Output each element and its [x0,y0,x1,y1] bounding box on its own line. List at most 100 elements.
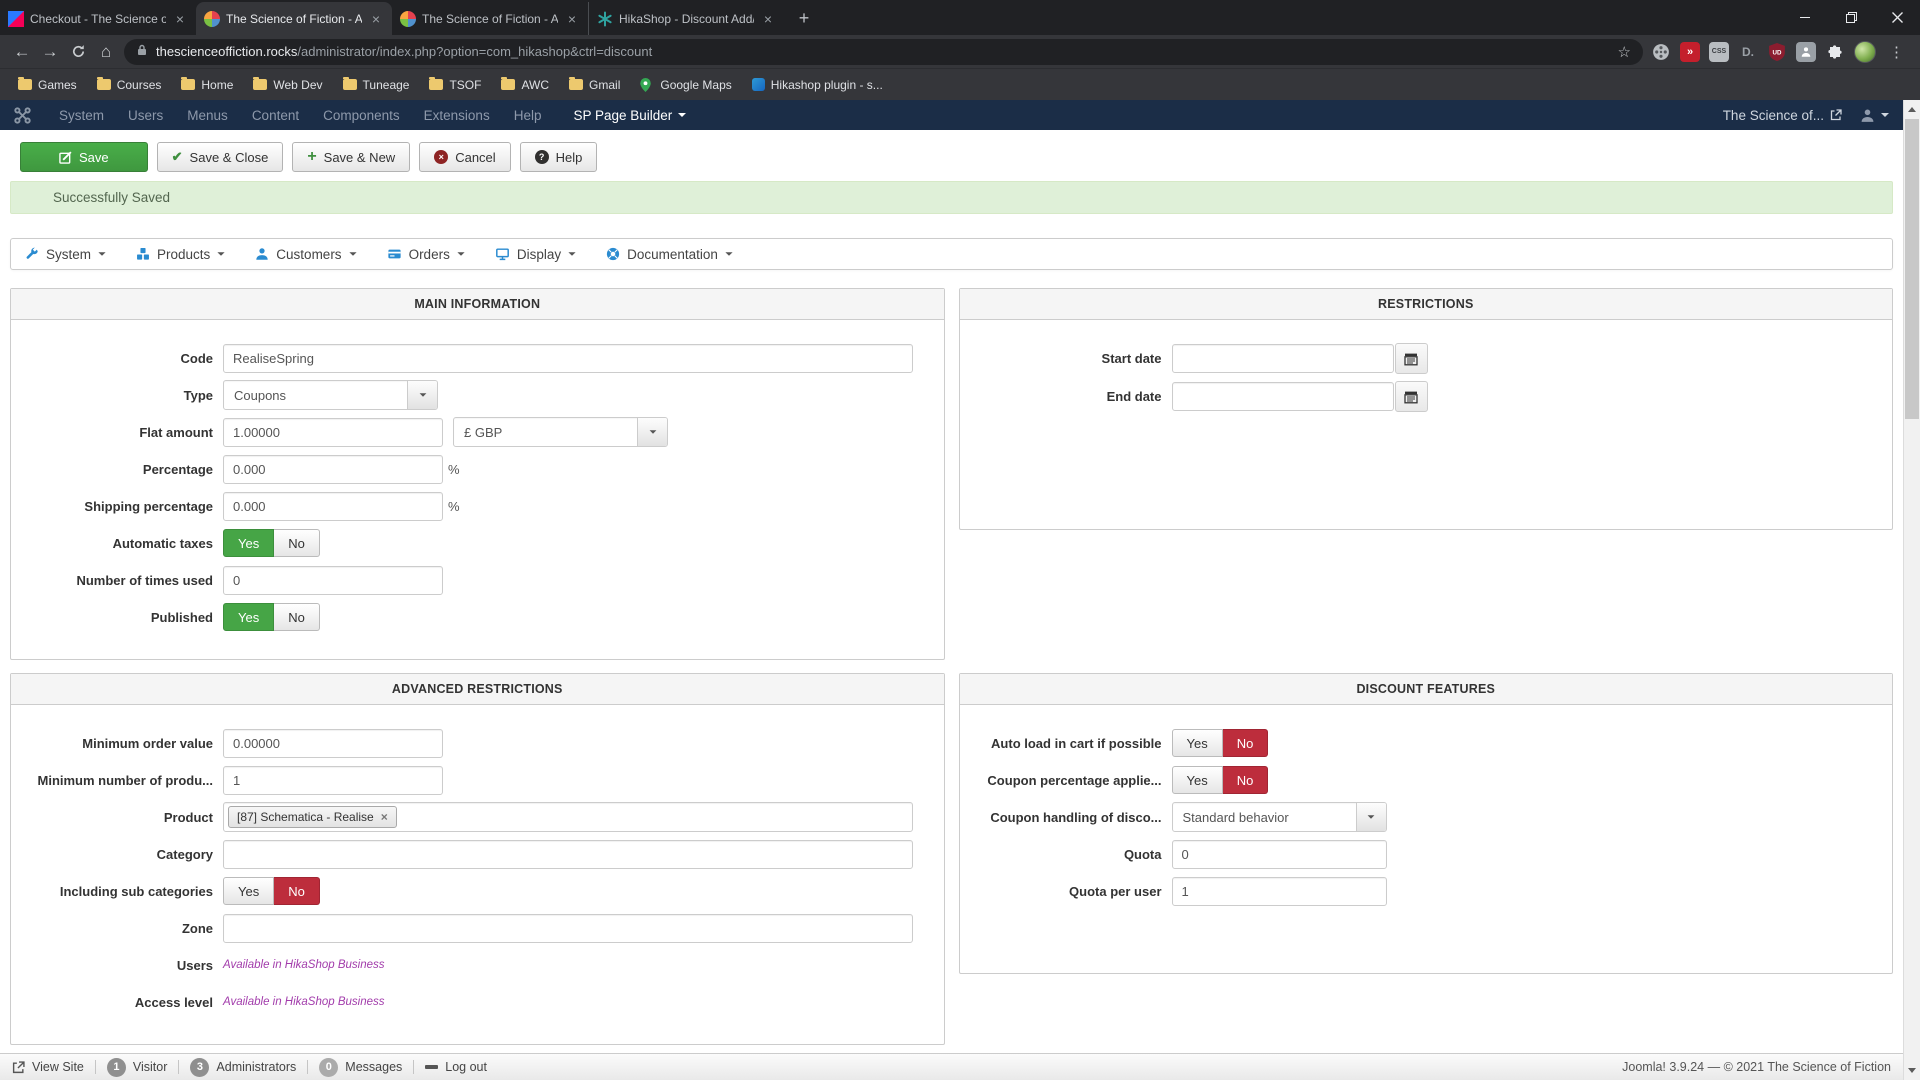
browser-tab-admin-2[interactable]: The Science of Fiction - Administ × [392,2,588,35]
bookmark-tsof[interactable]: TSOF [421,75,489,95]
min-order-value-input[interactable] [223,729,443,758]
new-tab-button[interactable]: + [790,4,818,32]
back-icon[interactable]: ← [8,38,36,66]
bookmark-web-dev[interactable]: Web Dev [245,75,330,95]
tab-close-icon[interactable]: × [172,11,188,27]
bookmark-google-maps[interactable]: Google Maps [632,75,739,95]
end-date-calendar-button[interactable] [1395,381,1428,412]
profile-avatar[interactable] [1854,41,1876,63]
min-products-input[interactable] [223,766,443,795]
scroll-up-icon[interactable] [1904,101,1920,118]
scrollbar-thumb[interactable] [1905,119,1919,419]
messages-counter[interactable]: 0 Messages [319,1058,402,1077]
coupon-handling-select[interactable]: Standard behavior [1172,802,1387,832]
hikashop-menu-products[interactable]: Products [136,247,225,262]
no-button[interactable]: No [1223,729,1269,757]
nav-users[interactable]: Users [116,108,175,123]
product-chip[interactable]: [87] Schematica - Realise × [228,806,397,828]
save-new-button[interactable]: + Save & New [292,142,410,172]
bookmark-games[interactable]: Games [10,75,85,95]
logout-button[interactable]: Log out [425,1060,487,1074]
forward-icon[interactable]: → [36,38,64,66]
visitor-counter[interactable]: 1 Visitor [107,1058,168,1077]
browser-tab-hikashop[interactable]: HikaShop - Discount Add/Edit × [588,2,784,35]
shield-extension-icon[interactable]: UD [1767,42,1787,62]
d-extension-icon[interactable]: D. [1738,42,1758,62]
panel-title: RESTRICTIONS [960,289,1893,320]
bookmark-courses[interactable]: Courses [89,75,170,95]
start-date-input[interactable] [1172,344,1394,373]
browser-tab-admin-active[interactable]: The Science of Fiction - Administ × [196,2,392,35]
css-extension-icon[interactable]: CSS [1709,42,1729,62]
no-button[interactable]: No [274,603,320,631]
nav-sp-page-builder[interactable]: SP Page Builder [561,108,698,123]
yes-button[interactable]: Yes [223,603,274,631]
user-menu[interactable] [1860,108,1889,123]
page-scrollbar[interactable] [1903,100,1920,1080]
view-site-link[interactable]: The Science of... [1723,108,1842,123]
tab-close-icon[interactable]: × [760,11,776,27]
shipping-percentage-input[interactable] [223,492,443,521]
category-input[interactable] [223,840,913,869]
close-window-button[interactable] [1874,0,1920,35]
percentage-input[interactable] [223,455,443,484]
nav-components[interactable]: Components [311,108,412,123]
nav-extensions[interactable]: Extensions [412,108,502,123]
bookmark-tuneage[interactable]: Tuneage [335,75,418,95]
currency-select[interactable]: £ GBP [453,417,668,447]
nav-content[interactable]: Content [240,108,311,123]
view-site-button[interactable]: View Site [12,1060,84,1074]
end-date-input[interactable] [1172,382,1394,411]
minimize-button[interactable] [1782,0,1828,35]
fast-forward-extension-icon[interactable]: » [1680,42,1700,62]
zone-input[interactable] [223,914,913,943]
hikashop-menu-documentation[interactable]: Documentation [606,247,733,262]
no-button[interactable]: No [274,529,320,557]
bookmark-awc[interactable]: AWC [493,75,557,95]
bookmark-star-icon[interactable]: ☆ [1618,43,1631,61]
restore-button[interactable] [1828,0,1874,35]
yes-button[interactable]: Yes [1172,729,1223,757]
nav-help[interactable]: Help [502,108,554,123]
no-button[interactable]: No [274,877,320,905]
type-select[interactable]: Coupons [223,380,438,410]
quota-input[interactable] [1172,840,1387,869]
address-bar[interactable]: thescienceoffiction.rocks /administrator… [124,39,1643,65]
scroll-down-icon[interactable] [1904,1062,1920,1079]
yes-button[interactable]: Yes [1172,766,1223,794]
browser-menu-icon[interactable]: ⋮ [1885,43,1908,61]
help-button[interactable]: ? Help [520,142,598,172]
no-button[interactable]: No [1223,766,1269,794]
bookmark-hikashop-plugin[interactable]: Hikashop plugin - s... [744,75,891,95]
yes-button[interactable]: Yes [223,877,274,905]
yes-button[interactable]: Yes [223,529,274,557]
nav-menus[interactable]: Menus [175,108,240,123]
times-used-input[interactable] [223,566,443,595]
save-close-button[interactable]: ✔ Save & Close [157,142,284,172]
start-date-calendar-button[interactable] [1395,343,1428,374]
browser-tab-checkout[interactable]: Checkout - The Science of Fiction × [0,2,196,35]
save-button[interactable]: Save [20,142,148,172]
hikashop-menu-customers[interactable]: Customers [255,247,356,262]
quota-per-user-input[interactable] [1172,877,1387,906]
product-input[interactable]: [87] Schematica - Realise × [223,802,913,832]
nav-system[interactable]: System [47,108,116,123]
home-icon[interactable]: ⌂ [92,38,120,66]
reload-icon[interactable] [64,38,92,66]
flat-amount-input[interactable] [223,418,443,447]
tab-close-icon[interactable]: × [368,11,384,27]
puzzle-extensions-icon[interactable] [1825,42,1845,62]
remove-chip-icon[interactable]: × [381,810,388,824]
cancel-button[interactable]: × Cancel [419,142,510,172]
hikashop-menu-display[interactable]: Display [495,247,576,262]
administrators-counter[interactable]: 3 Administrators [190,1058,296,1077]
person-extension-icon[interactable] [1796,42,1816,62]
hikashop-menu-system[interactable]: System [25,247,106,262]
hikashop-menu-orders[interactable]: Orders [387,247,465,262]
code-input[interactable] [223,344,913,373]
film-reel-extension-icon[interactable] [1651,42,1671,62]
bookmark-gmail[interactable]: Gmail [561,75,628,95]
bookmark-home[interactable]: Home [173,75,241,95]
tab-close-icon[interactable]: × [564,11,580,27]
calendar-icon [1404,352,1418,366]
